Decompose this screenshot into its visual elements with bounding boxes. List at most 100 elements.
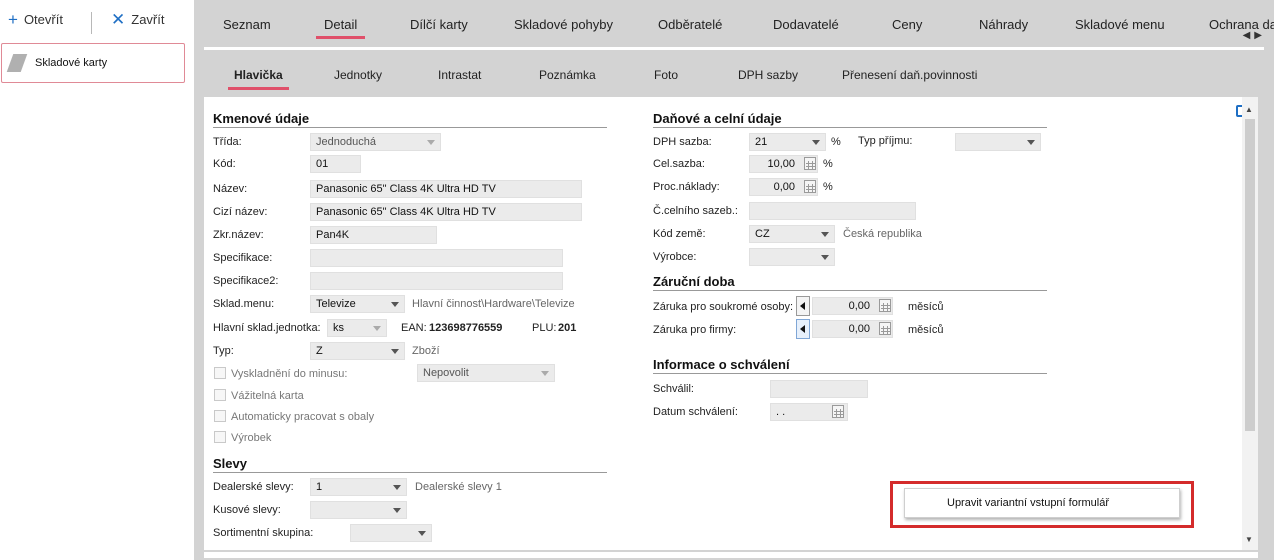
specifikace-input[interactable] [310,249,563,267]
vyrobce-select[interactable] [749,248,835,266]
schvalil-input[interactable] [770,380,868,398]
kod-zeme-select[interactable]: CZ [749,225,835,243]
obaly-checkbox[interactable] [214,410,226,422]
subtab-intrastat[interactable]: Intrastat [438,68,481,82]
sklad-menu-select[interactable]: Televize [310,295,405,313]
detail-form: ▲ ▼ Kmenové údaje Třída: Jednoduchá Kód:… [204,97,1258,550]
left-item-skladove-karty[interactable]: Skladové karty [1,43,185,83]
cel-sazba-label: Cel.sazba: [653,158,705,170]
subtab-dph-sazby[interactable]: DPH sazby [738,68,798,82]
dph-sazba-label: DPH sazba: [653,136,712,148]
celni-sazebnik-label: Č.celního sazeb.: [653,205,738,217]
calculator-icon[interactable] [879,299,891,312]
vazitelna-checkbox[interactable] [214,389,226,401]
open-button-label: Otevřít [23,12,63,27]
scroll-down-icon[interactable]: ▼ [1245,535,1253,544]
section-informace-o-schvaleni: Informace o schválení [653,357,1047,374]
dealerske-slevy-hint: Dealerské slevy 1 [415,481,502,493]
obaly-label: Automaticky pracovat s obaly [231,411,375,423]
zaruka-firmy-spin[interactable] [796,319,810,339]
vyrobek-label: Výrobek [231,432,272,444]
calculator-icon[interactable] [804,157,816,170]
left-toolbar: + Otevřít ✕ Zavřít [0,0,194,44]
vertical-scrollbar[interactable]: ▲ ▼ [1242,97,1258,550]
zaruka-firmy-unit: měsíců [908,324,944,336]
calculator-icon[interactable] [804,180,816,193]
vyrobek-checkbox[interactable] [214,431,226,443]
calendar-icon[interactable] [832,405,844,418]
vyskladneni-select[interactable]: Nepovolit [417,364,555,382]
zaruka-soukrome-unit: měsíců [908,301,944,313]
left-item-label: Skladové karty [35,57,108,69]
section-kmenove-udaje: Kmenové údaje [213,111,607,128]
typ-label: Typ: [213,345,234,357]
main-tabs: Seznam Detail Dílčí karty Skladové pohyb… [194,0,1274,48]
close-button[interactable]: ✕ Zavřít [111,11,164,28]
typ-hint: Zboží [412,345,440,357]
zaruka-firmy-label: Záruka pro firmy: [653,324,737,336]
nazev-input[interactable]: Panasonic 65" Class 4K Ultra HD TV [310,180,582,198]
calculator-icon[interactable] [879,322,891,335]
dealerske-slevy-label: Dealerské slevy: [213,481,294,493]
sub-tabs: Hlavička Jednotky Intrastat Poznámka Fot… [204,47,1264,97]
vyrobce-label: Výrobce: [653,251,697,263]
cizi-nazev-label: Cizí název: [213,206,268,218]
subtab-preneseni[interactable]: Přenesení daň.povinnosti [842,68,977,82]
scrollbar-thumb[interactable] [1245,119,1255,431]
kod-zeme-label: Kód země: [653,228,706,240]
dph-sazba-select[interactable]: 21 [749,133,826,151]
typ-select[interactable]: Z [310,342,405,360]
subtab-poznamka[interactable]: Poznámka [539,68,596,82]
module-icon [6,54,28,72]
ean-label: EAN: [401,322,427,334]
zkr-nazev-label: Zkr.název: [213,229,264,241]
dealerske-slevy-select[interactable]: 1 [310,478,407,496]
kusove-slevy-label: Kusové slevy: [213,504,281,516]
tab-ceny[interactable]: Ceny [892,17,922,32]
edit-variant-form-button[interactable]: Upravit variantní vstupní formulář [904,488,1180,518]
subtab-foto[interactable]: Foto [654,68,678,82]
tab-skladove-menu[interactable]: Skladové menu [1075,17,1165,32]
kod-label: Kód: [213,158,236,170]
hlavni-jednotka-select[interactable]: ks [327,319,387,337]
subtab-jednotky[interactable]: Jednotky [334,68,382,82]
tab-dodavatele[interactable]: Dodavatelé [773,17,839,32]
kusove-slevy-select[interactable] [310,501,407,519]
specifikace2-input[interactable] [310,272,563,290]
tab-skladove-pohyby[interactable]: Skladové pohyby [514,17,613,32]
cizi-nazev-input[interactable]: Panasonic 65" Class 4K Ultra HD TV [310,203,582,221]
celni-sazebnik-input[interactable] [749,202,916,220]
plu-label: PLU: [532,322,557,334]
tab-seznam[interactable]: Seznam [223,17,271,32]
scroll-up-icon[interactable]: ▲ [1245,105,1253,114]
toolbar-divider [91,12,92,34]
specifikace-label: Specifikace: [213,252,273,264]
tab-detail[interactable]: Detail [315,17,366,39]
zkr-nazev-input[interactable]: Pan4K [310,226,437,244]
tab-odberatele[interactable]: Odběratelé [658,17,722,32]
sortimentni-skupina-select[interactable] [350,524,432,542]
schvalil-label: Schválil: [653,383,694,395]
zaruka-soukrome-spin[interactable] [796,296,810,316]
tab-nahrady[interactable]: Náhrady [979,17,1028,32]
sortimentni-skupina-label: Sortimentní skupina: [213,527,314,539]
sklad-menu-path: Hlavní činnost\Hardware\Televize [412,298,575,310]
section-danove-udaje: Daňové a celní údaje [653,111,1047,128]
vyskladneni-checkbox[interactable] [214,367,226,379]
typ-prijmu-select[interactable] [955,133,1041,151]
trida-label: Třída: [213,136,242,148]
kod-input[interactable]: 01 [310,155,361,173]
plus-icon: + [8,10,18,29]
section-slevy: Slevy [213,456,607,473]
open-button[interactable]: + Otevřít [8,10,63,29]
subtab-hlavicka[interactable]: Hlavička [228,68,289,90]
kod-zeme-hint: Česká republika [843,228,922,240]
datum-schvaleni-label: Datum schválení: [653,406,738,418]
tab-scroll-arrows[interactable]: ◀▶ [1243,30,1266,41]
tab-dilci-karty[interactable]: Dílčí karty [410,17,468,32]
section-zarucni-doba: Záruční doba [653,274,1047,291]
trida-select[interactable]: Jednoduchá [310,133,441,151]
proc-naklady-percent: % [823,181,833,193]
vyskladneni-label: Vyskladnění do minusu: [231,368,348,380]
vazitelna-label: Vážitelná karta [231,390,304,402]
